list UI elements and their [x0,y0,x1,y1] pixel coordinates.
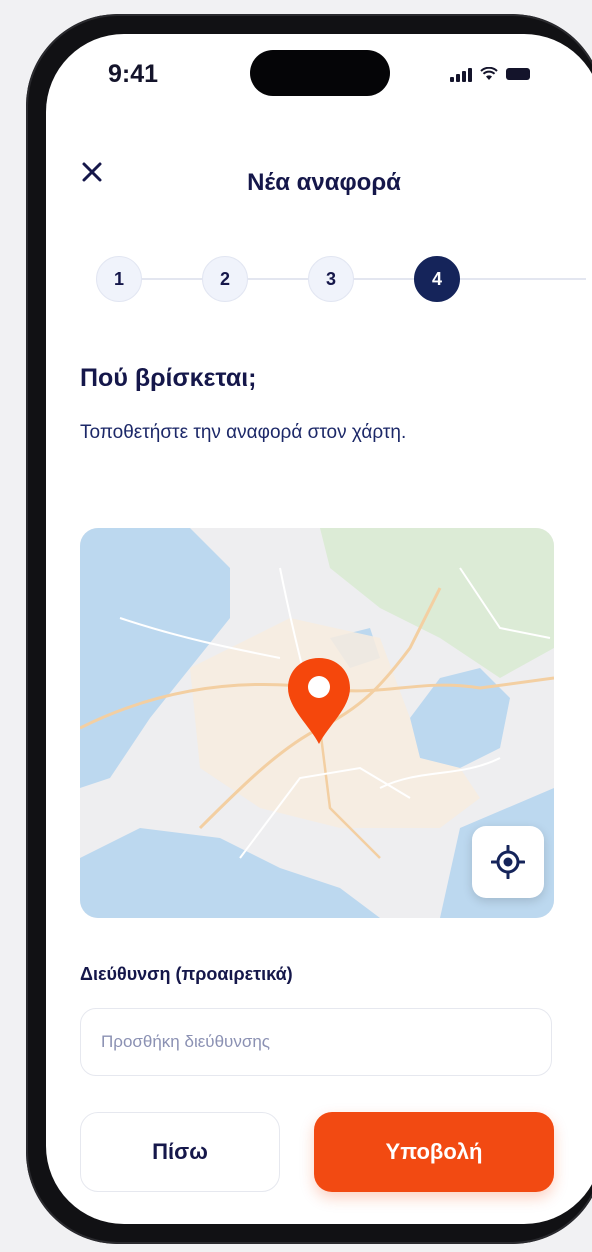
back-button[interactable]: Πίσω [80,1112,280,1192]
step-4-active[interactable]: 4 [414,256,460,302]
dynamic-island [250,50,390,96]
locate-me-button[interactable] [472,826,544,898]
address-input[interactable] [80,1008,552,1076]
stepper-track-end [516,278,586,280]
page-title: Νέα αναφορά [247,169,401,196]
submit-button[interactable]: Υποβολή [314,1112,554,1192]
address-label: Διεύθυνση (προαιρετικά) [80,964,293,984]
signal-icon [450,66,472,82]
status-icons [450,64,530,84]
step-2[interactable]: 2 [202,256,248,302]
app-screen: 9:41 Νέα αναφορά 1 2 3 4 Πού βρίσκεται; … [46,34,592,1224]
location-map[interactable] [80,528,554,918]
status-time: 9:41 [108,60,159,88]
progress-stepper: 1 2 3 4 [96,254,586,304]
location-pin-icon[interactable] [286,656,352,746]
section-heading: Πού βρίσκεται; [80,364,257,392]
section-subtitle: Τοποθετήστε την αναφορά στον χάρτη. [80,422,407,443]
battery-icon [506,68,530,80]
wifi-icon [480,67,498,80]
step-3[interactable]: 3 [308,256,354,302]
step-1[interactable]: 1 [96,256,142,302]
locate-me-icon [491,845,525,879]
